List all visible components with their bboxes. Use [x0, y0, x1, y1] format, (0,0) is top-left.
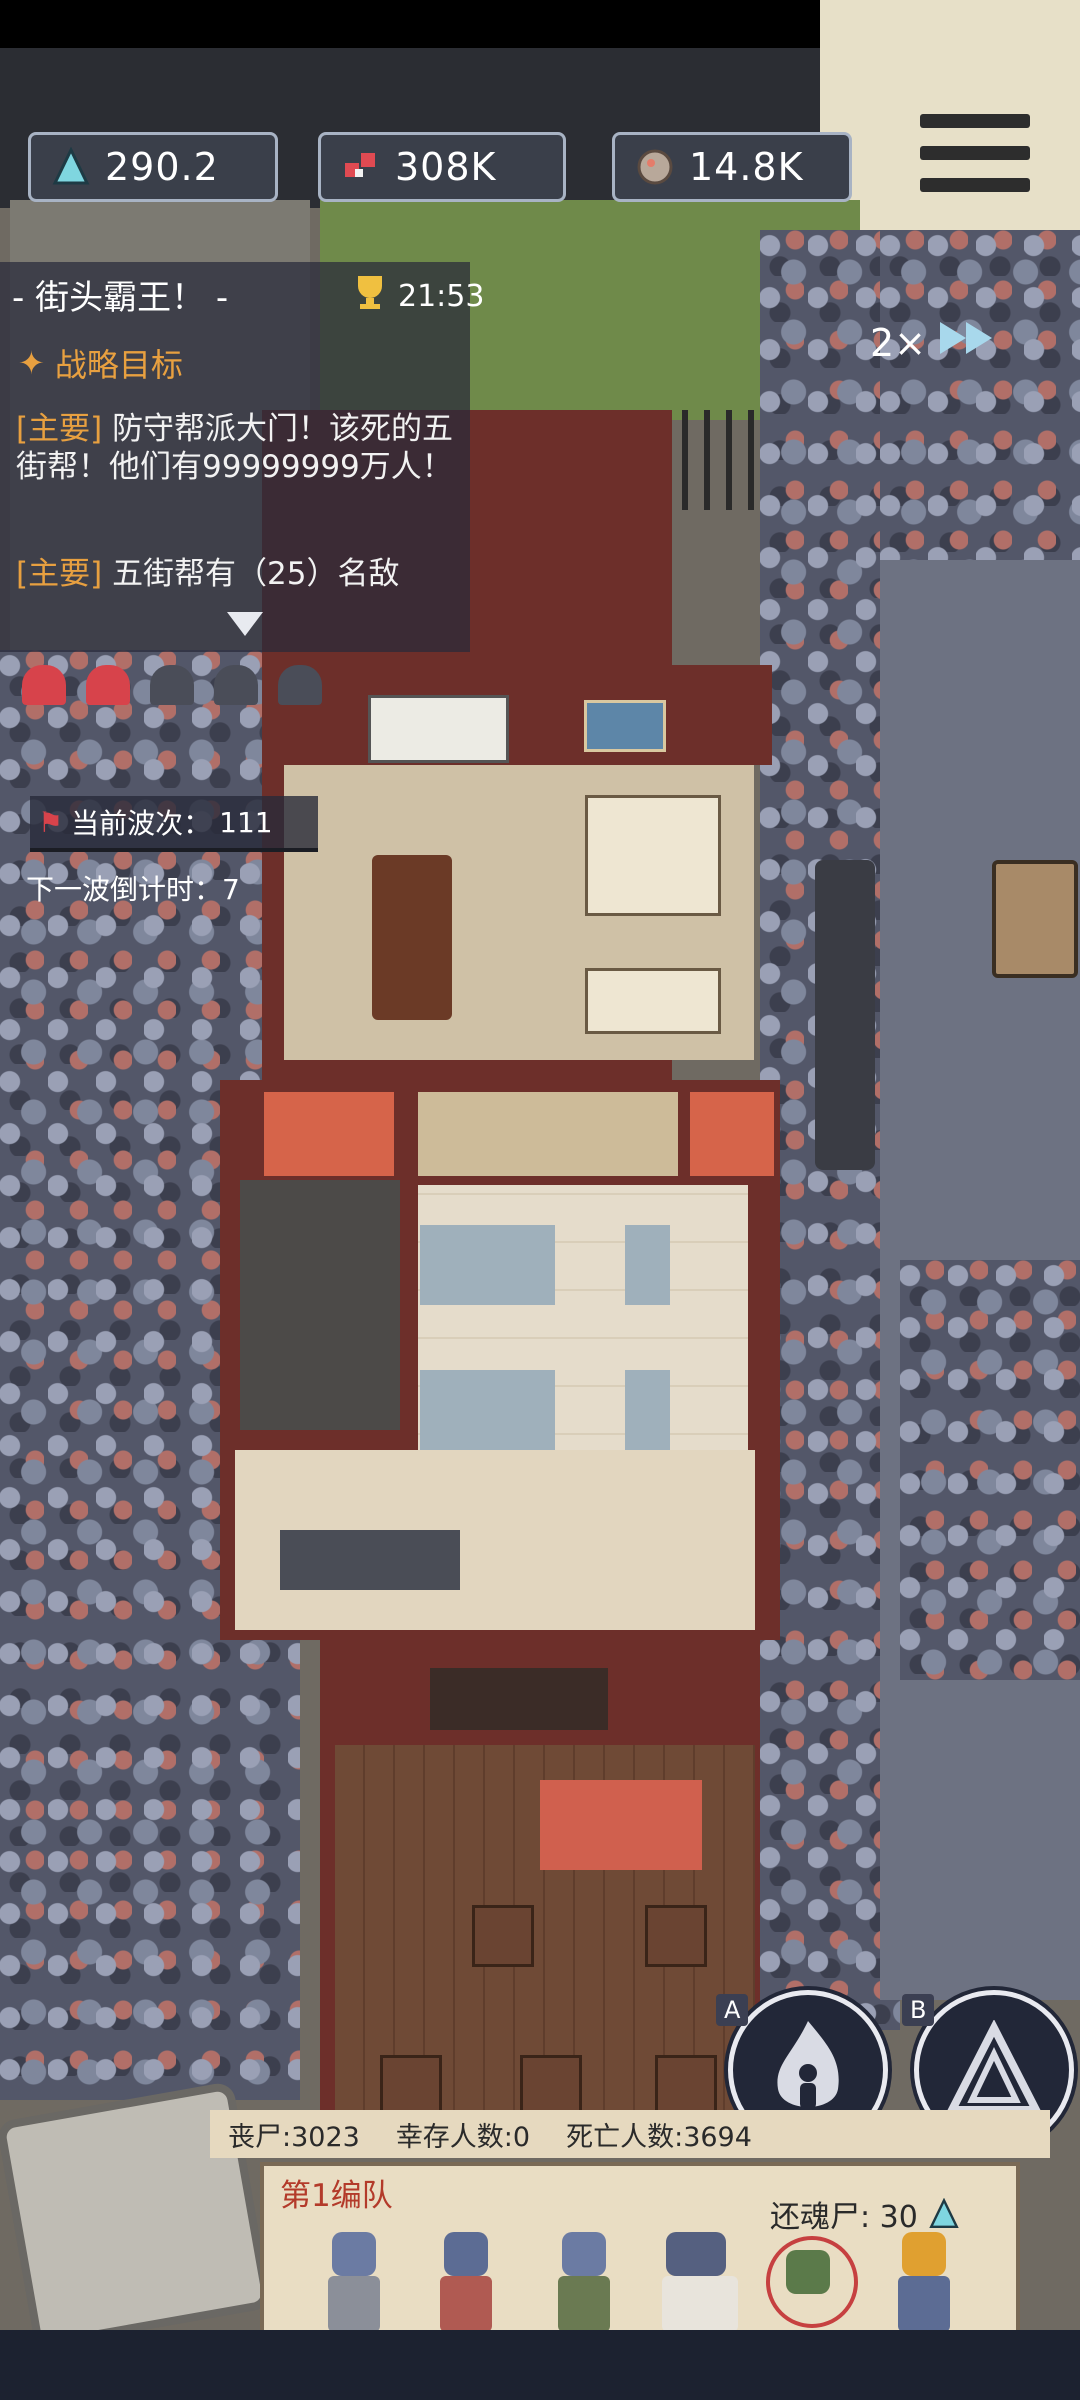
speed-toggle[interactable]: 2×: [870, 318, 1000, 367]
countdown-label: 下一波倒计时：: [26, 873, 223, 906]
zombie-horde-street-mid: [900, 1260, 1080, 1680]
objective-2: [主要] 五街帮有（25）名敌: [16, 555, 466, 593]
speed-label: 2×: [870, 320, 927, 365]
strategy-goal[interactable]: ✦ 战略目标: [18, 340, 183, 386]
helmet-icon: [86, 665, 130, 705]
crystal-icon: [929, 2198, 959, 2228]
wave-label: 当前波次：: [71, 807, 212, 840]
resource-gem-value: 308K: [395, 145, 497, 189]
fast-forward-icon: [936, 318, 1000, 367]
shelf-3: [625, 1225, 670, 1305]
squad-unit[interactable]: [888, 2232, 960, 2342]
squad-unit[interactable]: [430, 2232, 502, 2342]
storage-room: [240, 1180, 400, 1430]
bar-table-1: [472, 1905, 534, 1967]
parked-van: [992, 860, 1078, 978]
helmet-icon: [22, 665, 66, 705]
shelf-1: [420, 1225, 555, 1305]
boss-desk: [372, 855, 452, 1020]
sparkle-icon: ✦: [18, 344, 45, 382]
strategy-label: 战略目标: [54, 346, 183, 384]
vending-kiosk: [815, 860, 875, 1170]
collapse-chevron-icon[interactable]: [225, 610, 265, 642]
objective-tag: [主要]: [16, 411, 103, 447]
squad-unit[interactable]: [652, 2232, 748, 2342]
level-timer: 21:53: [350, 272, 484, 320]
bar-table-3: [380, 2055, 442, 2117]
game-screen[interactable]: 290.2 308K 14.8K 2× - 街头霸王！ - 21:53 ✦ 战略…: [0, 0, 1080, 2400]
wall-map: [584, 700, 666, 752]
printer-desk: [585, 968, 721, 1034]
wave-countdown: 下一波倒计时：7: [26, 868, 240, 908]
skill-b-key: B: [902, 1994, 935, 2026]
shelf-4: [625, 1370, 670, 1450]
helmet-icon: [278, 665, 322, 705]
trophy-icon: [350, 272, 390, 320]
skill-a-key: A: [716, 1994, 749, 2026]
triangle-icon: [945, 2020, 1043, 2114]
bar-table-4: [520, 2055, 582, 2117]
squad-unit[interactable]: [318, 2232, 390, 2342]
menu-button[interactable]: [920, 108, 1030, 198]
zombie-horde-street-top: [880, 230, 1080, 560]
level-title: - 街头霸王！ -: [12, 278, 229, 318]
resource-ore[interactable]: 14.8K: [612, 132, 852, 202]
fridge-wall: [418, 1092, 678, 1176]
squad-unit[interactable]: [548, 2232, 620, 2342]
stat-dead: 死亡人数:3694: [566, 2121, 752, 2153]
menu-bar-icon: [920, 114, 1030, 128]
revive-label: 还魂尸: 30: [770, 2200, 918, 2235]
red-room-top-right: [690, 1092, 774, 1176]
office-desk: [585, 795, 721, 916]
menu-bar-icon: [920, 178, 1030, 192]
revive-counter: 还魂尸: 30: [770, 2192, 960, 2236]
objective-tag: [主要]: [16, 556, 103, 592]
countdown-value: 7: [222, 873, 240, 906]
resource-gem[interactable]: 308K: [318, 132, 566, 202]
squad-name[interactable]: 第1编队: [280, 2170, 393, 2215]
objective-text: 五街帮有（25）名敌: [112, 556, 400, 592]
resource-crystal[interactable]: 290.2: [28, 132, 278, 202]
battle-stats: 丧尸:3023 幸存人数:0 死亡人数:3694: [210, 2110, 1050, 2158]
red-room-top-left: [264, 1092, 394, 1176]
resource-ore-value: 14.8K: [689, 145, 804, 189]
crystal-icon: [51, 147, 91, 187]
office-back-wall: [262, 665, 772, 765]
flag-icon: ⚑: [38, 805, 64, 839]
bar-table-5: [655, 2055, 717, 2117]
ore-icon: [635, 147, 675, 187]
bar-shelf: [430, 1668, 608, 1730]
whiteboard: [368, 695, 509, 763]
bar-table-2: [645, 1905, 707, 1967]
menu-bar-icon: [920, 146, 1030, 160]
shelf-2: [420, 1370, 555, 1450]
squad-unit-selected[interactable]: [766, 2232, 858, 2342]
resource-crystal-value: 290.2: [105, 145, 219, 189]
helmet-icon: [150, 665, 194, 705]
wave-value: 111: [219, 805, 273, 839]
helmet-icon: [214, 665, 258, 705]
flame-figure-icon: [777, 2021, 839, 2109]
stat-zombies: 丧尸:3023: [228, 2121, 360, 2153]
wave-indicator: ⚑ 当前波次： 111: [30, 796, 318, 852]
bar-rug: [540, 1780, 702, 1870]
stat-survivors: 幸存人数:0: [395, 2121, 531, 2153]
bottom-bar: [0, 2330, 1080, 2400]
gem-icon: [341, 147, 381, 187]
timer-value: 21:53: [398, 278, 485, 314]
objective-1: [主要] 防守帮派大门！该死的五街帮！他们有99999999万人！: [16, 410, 466, 486]
counter: [280, 1530, 460, 1590]
